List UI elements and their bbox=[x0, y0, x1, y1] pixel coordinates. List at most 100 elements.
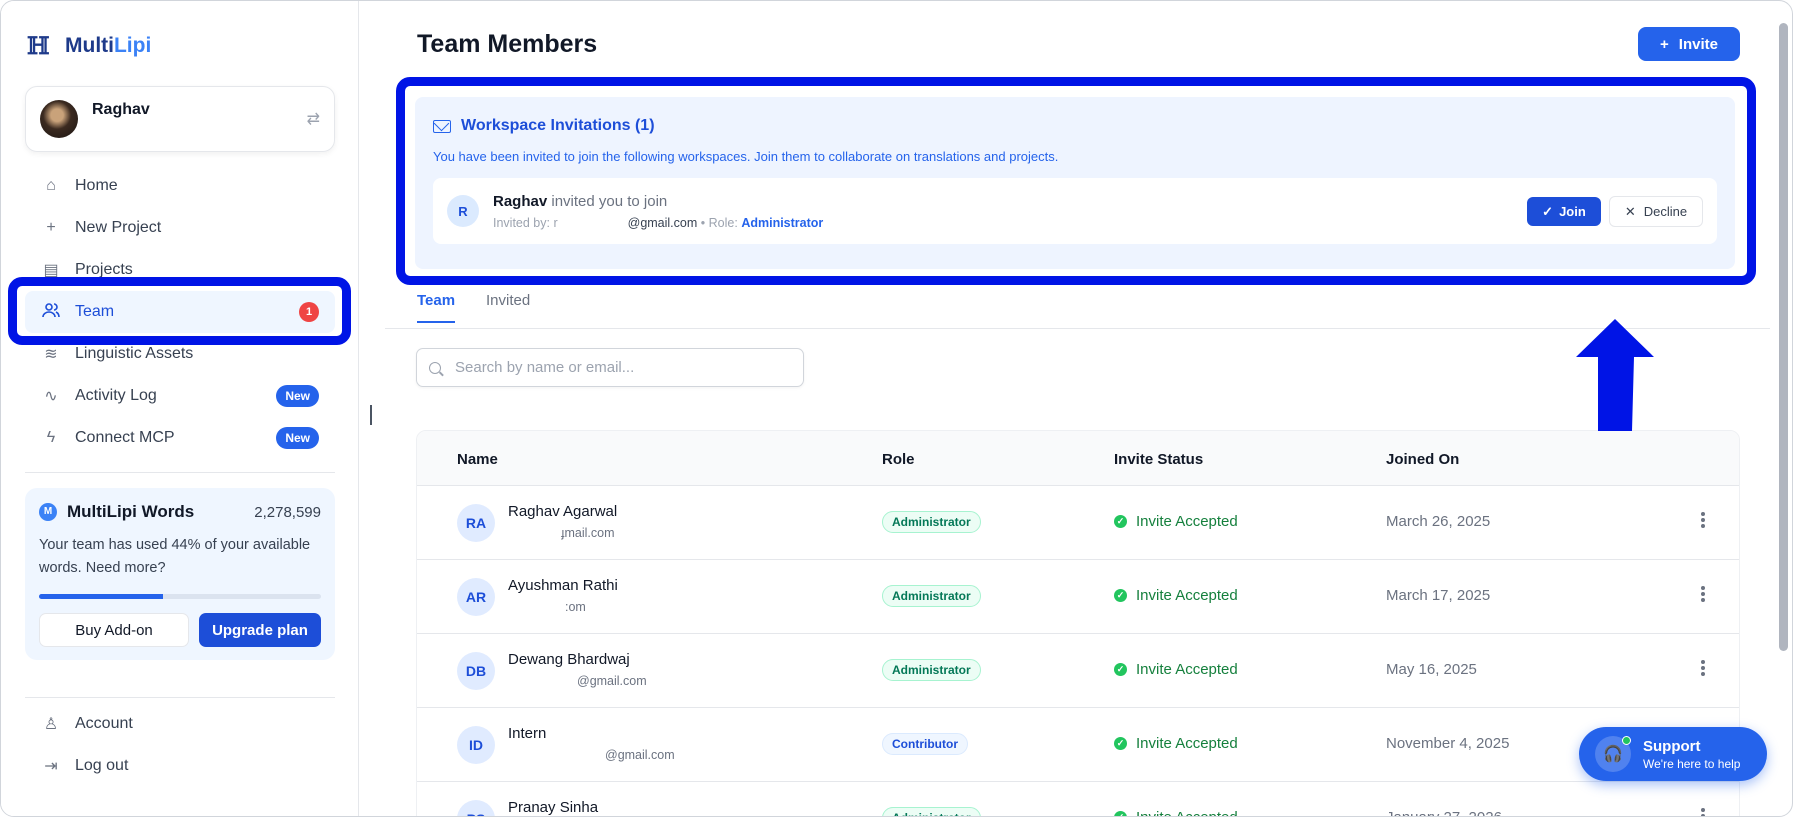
table-row[interactable]: RA Raghav Agarwal ɟmail.com Administrato… bbox=[417, 486, 1739, 560]
sidebar-item-label: Account bbox=[75, 715, 133, 732]
sidebar-item-activity-log[interactable]: ∿ Activity Log New bbox=[25, 375, 335, 417]
check-circle-icon: ✓ bbox=[1114, 663, 1127, 676]
upgrade-plan-button[interactable]: Upgrade plan bbox=[199, 613, 321, 647]
headset-glyph: 🎧 bbox=[1603, 746, 1623, 763]
sidebar-item-label: Home bbox=[75, 177, 118, 194]
words-description: Your team has used 44% of your available… bbox=[39, 537, 311, 576]
sidebar-item-connect-mcp[interactable]: ϟ Connect MCP New bbox=[25, 417, 335, 459]
sidebar-item-label: Connect MCP bbox=[75, 429, 175, 446]
words-title: MultiLipi Words bbox=[67, 502, 195, 521]
sidebar-resize-handle[interactable] bbox=[370, 405, 372, 425]
headset-icon: 🎧 bbox=[1595, 736, 1631, 772]
more-options-icon[interactable] bbox=[1701, 510, 1705, 530]
avatar: AR bbox=[457, 578, 495, 616]
words-progress-bar bbox=[39, 594, 321, 599]
words-actions: Buy Add-on Upgrade plan bbox=[39, 613, 321, 647]
check-circle-icon: ✓ bbox=[1114, 589, 1127, 602]
column-role[interactable]: Role bbox=[882, 451, 915, 468]
more-options-icon[interactable] bbox=[1701, 584, 1705, 604]
role-badge: Administrator bbox=[882, 659, 981, 681]
brand-name-part1: Multi bbox=[65, 34, 114, 57]
search-box[interactable] bbox=[416, 348, 804, 387]
role-badge: Administrator bbox=[882, 807, 981, 816]
database-icon: ≋ bbox=[44, 346, 58, 363]
column-joined-on[interactable]: Joined On bbox=[1386, 451, 1459, 468]
joined-date: May 16, 2025 bbox=[1386, 661, 1477, 678]
search-input[interactable] bbox=[455, 359, 785, 376]
member-email: ɟmail.com bbox=[561, 526, 615, 540]
status-text: Invite Accepted bbox=[1136, 661, 1238, 678]
plus-icon: + bbox=[46, 219, 56, 236]
swap-icon: ⇄ bbox=[306, 111, 320, 128]
table-row[interactable]: AR Ayushman Rathi :om Administrator ✓ Inv… bbox=[417, 560, 1739, 634]
sidebar-item-new-project[interactable]: + New Project bbox=[25, 207, 335, 249]
app-window: ℍ MultiLipi Raghav ⇄ ⌂ Home + New Projec… bbox=[0, 0, 1793, 817]
plus-icon: + bbox=[1660, 35, 1669, 53]
words-header: M MultiLipi Words 2,278,599 bbox=[39, 502, 321, 522]
brand-name: MultiLipi bbox=[65, 34, 151, 58]
status-text: Invite Accepted bbox=[1136, 513, 1238, 530]
activity-icon: ∿ bbox=[44, 388, 58, 405]
support-text: Support We're here to help bbox=[1643, 738, 1740, 771]
sidebar-item-account[interactable]: ♙ Account bbox=[25, 703, 335, 745]
support-button[interactable]: 🎧 Support We're here to help bbox=[1579, 727, 1767, 781]
column-invite-status[interactable]: Invite Status bbox=[1114, 451, 1203, 468]
table-row[interactable]: DB Dewang Bhardwaj @gmail.com Administra… bbox=[417, 634, 1739, 708]
sidebar: ℍ MultiLipi Raghav ⇄ ⌂ Home + New Projec… bbox=[1, 1, 359, 816]
table-row[interactable]: PS Pranay Sinha Administrator ✓ Invite Ac… bbox=[417, 782, 1739, 816]
user-name: Raghav bbox=[92, 101, 150, 118]
joined-date: November 4, 2025 bbox=[1386, 735, 1510, 752]
workspace-switcher[interactable]: Raghav ⇄ bbox=[25, 86, 335, 152]
search-icon bbox=[429, 361, 441, 374]
avatar: RA bbox=[457, 504, 495, 542]
support-title: Support bbox=[1643, 737, 1701, 755]
avatar: PS bbox=[457, 800, 495, 816]
sidebar-item-label: Activity Log bbox=[75, 387, 157, 404]
member-name: Intern bbox=[508, 725, 547, 742]
logo-icon: ℍ bbox=[27, 31, 50, 60]
check-circle-icon: ✓ bbox=[1114, 811, 1127, 816]
status-badge: ✓ Invite Accepted bbox=[1114, 587, 1238, 604]
joined-date: January 27, 2026 bbox=[1386, 809, 1502, 816]
joined-date: March 26, 2025 bbox=[1386, 513, 1491, 530]
avatar: DB bbox=[457, 652, 495, 690]
bolt-icon: ϟ bbox=[46, 429, 56, 446]
role-badge: Administrator bbox=[882, 585, 981, 607]
divider bbox=[25, 472, 335, 473]
sidebar-item-logout[interactable]: ⇥ Log out bbox=[25, 745, 335, 787]
buy-addon-button[interactable]: Buy Add-on bbox=[39, 613, 189, 647]
status-text: Invite Accepted bbox=[1136, 587, 1238, 604]
invite-button-label: Invite bbox=[1678, 35, 1718, 53]
sidebar-item-home[interactable]: ⌂ Home bbox=[25, 165, 335, 207]
role-badge: Administrator bbox=[882, 511, 981, 533]
more-options-icon[interactable] bbox=[1701, 806, 1705, 816]
words-count: 2,278,599 bbox=[254, 503, 321, 521]
tab-team[interactable]: Team bbox=[417, 292, 456, 323]
status-text: Invite Accepted bbox=[1136, 809, 1238, 816]
words-progress-fill bbox=[39, 594, 164, 599]
new-badge: New bbox=[276, 427, 319, 449]
member-name: Ayushman Rathi bbox=[508, 577, 618, 594]
online-indicator bbox=[1622, 736, 1631, 745]
logout-icon: ⇥ bbox=[44, 758, 58, 775]
invite-button[interactable]: + Invite bbox=[1638, 27, 1740, 61]
member-name: Dewang Bhardwaj bbox=[508, 651, 630, 668]
user-icon: ♙ bbox=[43, 716, 59, 733]
scrollbar[interactable] bbox=[1779, 23, 1788, 651]
page-title: Team Members bbox=[417, 30, 598, 58]
table-header: Name Role Invite Status Joined On bbox=[417, 431, 1739, 486]
new-badge: New bbox=[276, 385, 319, 407]
tab-invited[interactable]: Invited bbox=[486, 292, 530, 321]
avatar: ID bbox=[457, 726, 495, 764]
member-email: :om bbox=[565, 600, 586, 614]
member-email: @gmail.com bbox=[577, 674, 647, 688]
member-email: @gmail.com bbox=[605, 748, 675, 762]
column-name[interactable]: Name bbox=[457, 451, 498, 468]
more-options-icon[interactable] bbox=[1701, 658, 1705, 678]
status-badge: ✓ Invite Accepted bbox=[1114, 809, 1238, 816]
logo[interactable]: ℍ MultiLipi bbox=[27, 31, 151, 61]
table-row[interactable]: ID Intern @gmail.com Contributor ✓ Invite… bbox=[417, 708, 1739, 782]
highlight-annotation-invitations bbox=[396, 77, 1756, 285]
sidebar-item-label: New Project bbox=[75, 219, 162, 236]
check-circle-icon: ✓ bbox=[1114, 515, 1127, 528]
